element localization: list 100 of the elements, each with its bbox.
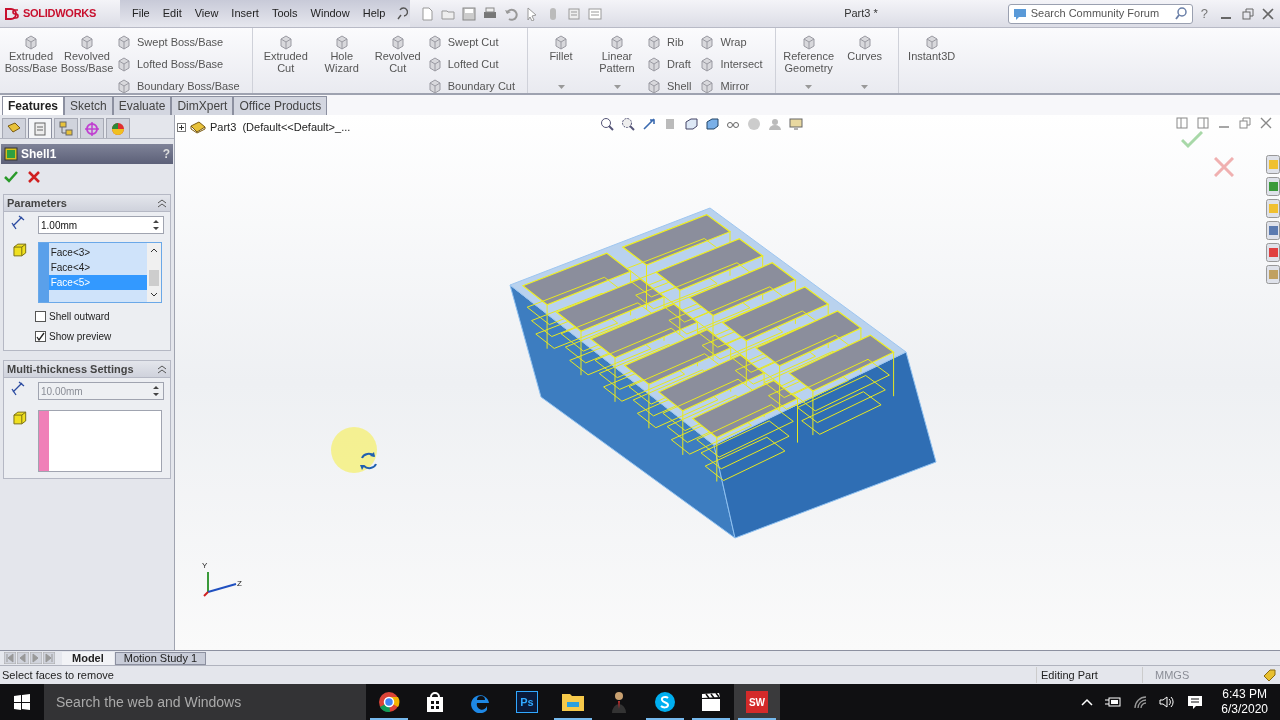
chevron-up-icon[interactable] — [1081, 698, 1094, 706]
ribbon-button[interactable]: Lofted Cut — [426, 56, 515, 72]
close-icon[interactable] — [1260, 117, 1272, 129]
tree-item[interactable]: Part3 (Default<<Default>_... — [210, 119, 351, 136]
zoom-area-icon[interactable] — [621, 117, 635, 131]
tile-left-icon[interactable] — [1176, 117, 1188, 129]
scroll-bar-icon[interactable] — [147, 243, 161, 302]
restore-icon[interactable] — [1242, 7, 1254, 20]
taskbar-app[interactable]: SW — [734, 684, 780, 720]
view-orientation-icon[interactable] — [684, 117, 698, 131]
ribbon-button[interactable]: Linear Pattern — [590, 34, 644, 89]
help-button[interactable]: ? — [1200, 3, 1208, 24]
ok-checkmark-icon[interactable] — [1181, 131, 1203, 149]
clock-time[interactable]: 6:43 PM — [1222, 687, 1267, 702]
menu-item[interactable]: View — [188, 3, 225, 24]
library-icon[interactable] — [1266, 177, 1280, 196]
menu-item[interactable]: Help — [356, 3, 392, 24]
ok-checkmark-icon[interactable] — [4, 171, 18, 183]
ribbon-tab[interactable]: Features — [2, 96, 65, 115]
tile-right-icon[interactable] — [1197, 117, 1209, 129]
pin-icon[interactable] — [394, 6, 409, 21]
notification-icon[interactable] — [1187, 694, 1204, 710]
ribbon-button[interactable]: Swept Cut — [426, 34, 515, 50]
cancel-x-icon[interactable] — [1214, 157, 1234, 177]
notes-icon[interactable] — [1266, 265, 1280, 284]
manager-tab[interactable] — [28, 118, 52, 138]
bottom-tab[interactable]: Model — [62, 651, 114, 665]
ribbon-button[interactable]: Revolved Cut — [370, 34, 425, 89]
last-icon[interactable] — [43, 652, 55, 664]
menu-item[interactable]: Window — [304, 3, 356, 24]
checkbox[interactable] — [35, 311, 46, 322]
first-icon[interactable] — [4, 652, 16, 664]
monitor-icon[interactable] — [789, 117, 803, 131]
undo-icon[interactable] — [504, 6, 518, 21]
scene-icon[interactable] — [768, 117, 782, 131]
ribbon-tab[interactable]: Office Products — [233, 96, 328, 115]
ribbon-button[interactable]: Instant3D — [904, 34, 959, 89]
display-style-icon[interactable] — [705, 117, 719, 131]
face-list[interactable] — [37, 410, 162, 472]
save-icon[interactable] — [462, 6, 476, 21]
ribbon-button[interactable]: Hole Wizard — [314, 34, 369, 89]
ribbon-button[interactable]: Boundary Cut — [426, 78, 515, 94]
manager-tab[interactable] — [80, 118, 104, 138]
home-icon[interactable] — [1266, 155, 1280, 174]
wifi-icon[interactable] — [1133, 695, 1148, 709]
pointer-icon[interactable] — [525, 6, 539, 21]
ribbon-tab[interactable]: Evaluate — [112, 96, 172, 115]
folder-icon[interactable] — [1266, 199, 1280, 218]
volume-icon[interactable] — [1159, 695, 1176, 709]
ribbon-button[interactable]: Fillet — [534, 34, 588, 89]
appearance-icon[interactable] — [1266, 243, 1280, 262]
expand-box-icon[interactable] — [177, 122, 186, 132]
ribbon-button[interactable]: Draft — [646, 56, 692, 72]
battery-plug-icon[interactable] — [1105, 696, 1122, 708]
bottom-tab[interactable]: Motion Study 1 — [114, 651, 207, 665]
ribbon-tab[interactable]: Sketch — [64, 96, 113, 115]
checkbox[interactable] — [35, 331, 46, 342]
printer-icon[interactable] — [483, 6, 497, 21]
search-field[interactable]: Search Community Forum — [1007, 3, 1193, 24]
new-document-icon[interactable] — [420, 6, 434, 21]
manager-tab[interactable] — [54, 118, 78, 138]
thickness-field[interactable]: 1.00mm — [38, 216, 164, 234]
ribbon-button[interactable]: Curves — [837, 34, 892, 89]
ribbon-button[interactable]: Revolved Boss/Base — [60, 34, 114, 89]
previous-icon[interactable] — [17, 652, 29, 664]
taskbar-app[interactable]: Ps — [504, 684, 550, 720]
list-item[interactable]: Face<3> — [48, 245, 147, 260]
ribbon-button[interactable]: Reference Geometry — [781, 34, 836, 89]
menu-item[interactable]: Edit — [156, 3, 188, 24]
manager-tab[interactable] — [2, 118, 26, 138]
spin-arrows-icon[interactable] — [151, 218, 161, 232]
ribbon-button[interactable]: Boundary Boss/Base — [116, 78, 240, 94]
close-icon[interactable] — [1262, 7, 1274, 20]
ribbon-button[interactable]: Swept Boss/Base — [116, 34, 240, 50]
property-sheet-icon[interactable] — [1266, 221, 1280, 240]
restore-icon[interactable] — [1239, 117, 1251, 129]
search-field[interactable]: Search the web and Windows — [44, 684, 366, 720]
list-icon[interactable] — [588, 6, 602, 21]
ribbon-button[interactable]: Shell — [646, 78, 692, 94]
ribbon-button[interactable]: Intersect — [699, 56, 763, 72]
zoom-fit-icon[interactable] — [600, 117, 614, 131]
previous-view-icon[interactable] — [642, 117, 656, 131]
list-item[interactable]: Face<4> — [48, 260, 147, 275]
ribbon-tab[interactable]: DimXpert — [171, 96, 234, 115]
next-icon[interactable] — [30, 652, 42, 664]
ribbon-button[interactable]: Lofted Boss/Base — [116, 56, 240, 72]
face-list[interactable]: Face<3> Face<4> Face<5> — [37, 242, 162, 303]
ribbon-button[interactable]: Rib — [646, 34, 692, 50]
ribbon-button[interactable]: Extruded Boss/Base — [4, 34, 58, 89]
collapse-chevron-icon[interactable] — [157, 198, 167, 208]
clock-date[interactable]: 6/3/2020 — [1221, 702, 1268, 717]
menu-item[interactable]: Tools — [265, 3, 304, 24]
tag-icon[interactable] — [1262, 668, 1276, 682]
search-icon[interactable] — [1174, 7, 1188, 20]
menu-item[interactable]: File — [126, 3, 156, 24]
ribbon-button[interactable]: Extruded Cut — [258, 34, 313, 89]
menu-item[interactable]: Insert — [225, 3, 265, 24]
cancel-x-icon[interactable] — [28, 171, 40, 183]
ribbon-button[interactable]: Wrap — [699, 34, 763, 50]
ribbon-button[interactable]: Mirror — [699, 78, 763, 94]
